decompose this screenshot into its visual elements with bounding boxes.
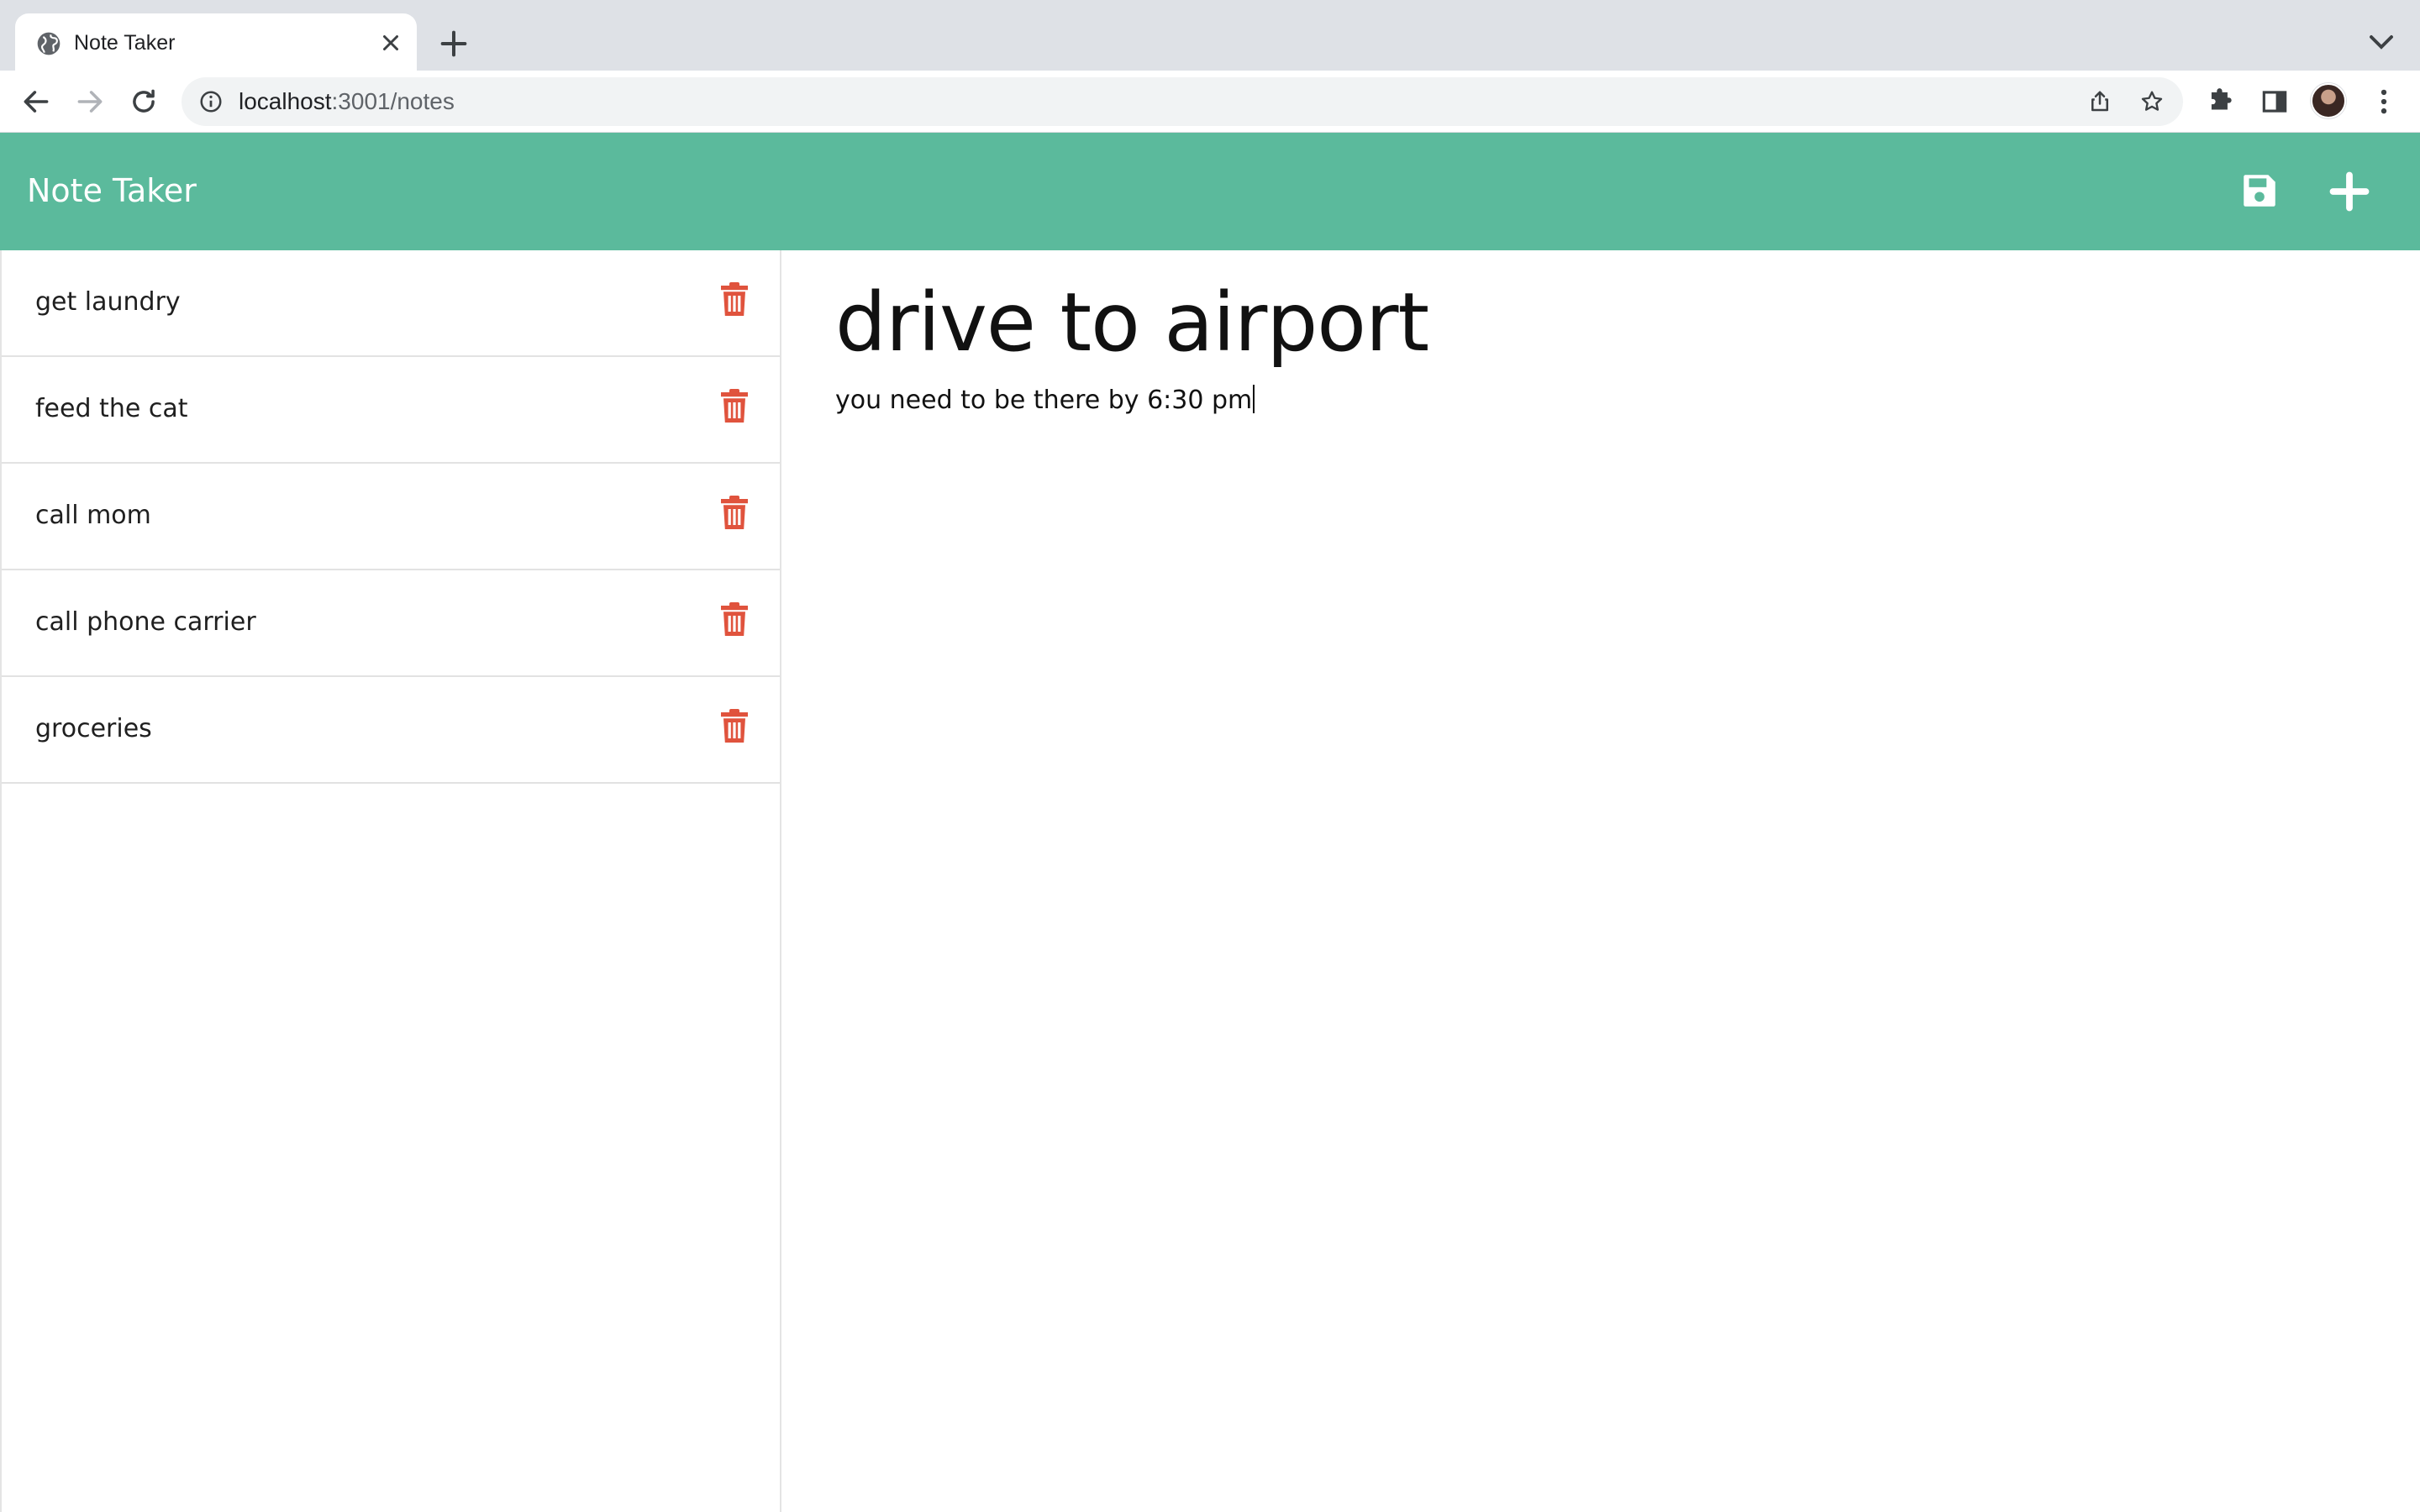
list-item[interactable]: feed the cat [2, 357, 780, 464]
info-icon[interactable] [198, 89, 224, 114]
arrow-left-icon[interactable] [20, 86, 52, 118]
trash-icon[interactable] [721, 709, 748, 743]
globe-icon [37, 32, 60, 55]
note-textarea[interactable]: you need to be there by 6:30 pm [835, 385, 1255, 416]
url-text[interactable]: localhost:3001/notes [239, 89, 455, 114]
app-title[interactable]: Note Taker [27, 171, 197, 210]
trash-icon[interactable] [721, 602, 748, 636]
app-navbar: Note Taker [0, 133, 2420, 250]
note-list-panel: get laundry feed the cat call mom call p… [0, 250, 781, 1512]
note-title: call mom [35, 501, 151, 530]
list-item[interactable]: groceries [2, 677, 780, 784]
star-icon[interactable] [2139, 89, 2165, 114]
address-bar[interactable]: localhost:3001/notes [182, 77, 2183, 126]
url-path: :3001/notes [331, 88, 455, 114]
note-title: feed the cat [35, 394, 188, 423]
puzzle-icon[interactable] [2205, 86, 2237, 118]
list-item[interactable]: get laundry [2, 250, 780, 357]
close-icon[interactable] [378, 30, 403, 55]
floppy-disk-icon[interactable] [2238, 170, 2281, 212]
browser-tab[interactable]: Note Taker [15, 13, 417, 71]
browser-toolbar: localhost:3001/notes [0, 71, 2420, 133]
note-text: you need to be there by 6:30 pm [835, 386, 1253, 415]
tab-title: Note Taker [74, 31, 176, 55]
note-title: groceries [35, 714, 152, 743]
arrow-right-icon[interactable] [74, 86, 106, 118]
url-host: localhost [239, 88, 332, 114]
browser-tabstrip: Note Taker [0, 0, 2420, 71]
note-title-input[interactable]: drive to airport [835, 276, 1429, 370]
note-title: get laundry [35, 287, 181, 317]
trash-icon[interactable] [721, 496, 748, 529]
reload-icon[interactable] [128, 86, 160, 118]
share-icon[interactable] [2087, 89, 2112, 114]
avatar[interactable] [2311, 83, 2346, 118]
kebab-menu-icon[interactable] [2368, 86, 2400, 118]
trash-icon[interactable] [721, 389, 748, 423]
text-caret [1253, 385, 1255, 413]
note-editor: drive to airport you need to be there by… [783, 250, 2420, 1512]
list-item[interactable]: call phone carrier [2, 570, 780, 677]
note-title: call phone carrier [35, 607, 256, 637]
plus-icon[interactable] [437, 27, 471, 60]
plus-icon[interactable] [2328, 170, 2371, 213]
list-item[interactable]: call mom [2, 464, 780, 570]
side-panel-icon[interactable] [2259, 86, 2291, 118]
chevron-down-icon[interactable] [2366, 30, 2396, 54]
note-list: get laundry feed the cat call mom call p… [2, 250, 780, 784]
trash-icon[interactable] [721, 282, 748, 316]
